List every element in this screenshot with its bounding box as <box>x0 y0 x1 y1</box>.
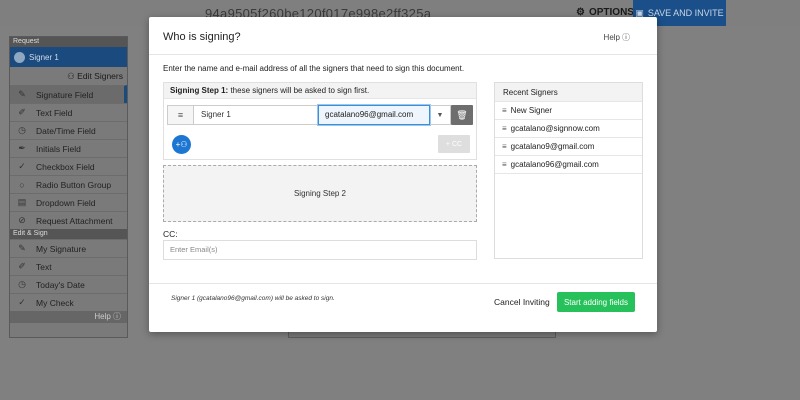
start-adding-fields-button[interactable]: Start adding fields <box>557 292 635 312</box>
signer-selector[interactable]: Signer 1 <box>10 47 127 67</box>
pen-nib-icon: ✎ <box>18 243 26 253</box>
list-lines-icon: ≡ <box>502 124 507 133</box>
pen-nib-icon: ✎ <box>18 89 26 99</box>
edit-signers-button[interactable]: ⚇ Edit Signers <box>10 67 127 85</box>
add-cc-button[interactable]: + CC <box>438 135 470 153</box>
sidebar-item-label: Radio Button Group <box>36 179 112 190</box>
who-is-signing-dialog: Who is signing? Help ⓘ Enter the name an… <box>149 17 657 332</box>
sidebar-item-label: Dropdown Field <box>36 197 96 208</box>
step-1-title: Signing Step 1: <box>170 86 229 95</box>
sidebar-item[interactable]: ◷ Today's Date <box>10 275 127 293</box>
user-icon: ⚇ <box>67 71 75 81</box>
trash-icon: 🗑 <box>456 109 468 120</box>
signer-row: ≡ Signer 1 gcatalano96@gmail.com ▼ 🗑 <box>167 105 473 125</box>
dialog-help-link[interactable]: Help ⓘ <box>604 32 630 43</box>
sidebar-item-label: Signature Field <box>36 89 94 100</box>
edit-sign-section-header: Edit & Sign <box>10 229 127 239</box>
recent-signer-item[interactable]: ≡ gcatalano9@gmail.com <box>495 138 642 156</box>
recent-signer-label: gcatalano@signnow.com <box>510 124 600 133</box>
caret-down-icon: ▼ <box>436 111 444 119</box>
recent-signers-panel: Recent Signers ≡ New Signer ≡ gcatalano@sig… <box>494 82 643 259</box>
radio-icon: ○ <box>19 179 25 190</box>
request-section-header: Request <box>10 37 127 47</box>
sidebar-item-label: Date/Time Field <box>36 125 96 136</box>
sidebar-item[interactable]: ✎ Signature Field <box>10 85 127 103</box>
signer-name-field[interactable]: Signer 1 <box>194 105 318 125</box>
dialog-title: Who is signing? <box>163 31 241 43</box>
instructions-text: Enter the name and e-mail address of all… <box>163 64 465 73</box>
sidebar-item-label: Today's Date <box>36 279 85 290</box>
sidebar-item[interactable]: ✒ Initials Field <box>10 139 127 157</box>
clock-icon: ◷ <box>18 125 26 135</box>
pen-icon: ✒ <box>18 143 26 153</box>
sidebar-help-label: Help <box>94 312 111 321</box>
list-lines-icon: ≡ <box>502 106 507 115</box>
pencil-icon: ✐ <box>18 261 26 271</box>
sidebar-item-label: Checkbox Field <box>36 161 95 172</box>
sidebar-item-label: Request Attachment <box>36 215 113 226</box>
signer-email-input[interactable]: gcatalano96@gmail.com <box>318 105 430 125</box>
save-and-invite-label: SAVE AND INVITE <box>647 8 724 18</box>
sidebar-item[interactable]: ◷ Date/Time Field <box>10 121 127 139</box>
sidebar-item-label: Text Field <box>36 107 73 118</box>
sidebar-item-label: Text <box>36 261 52 272</box>
step-1-header: Signing Step 1: these signers will be as… <box>164 83 476 99</box>
recent-signers-title: Recent Signers <box>495 83 642 102</box>
sidebar-item-label: My Signature <box>36 243 87 254</box>
sidebar-item[interactable]: ✐ Text <box>10 257 127 275</box>
recent-signer-item[interactable]: ≡ gcatalano96@gmail.com <box>495 156 642 174</box>
sidebar-help-link[interactable]: Help ⓘ <box>10 311 127 323</box>
avatar-icon <box>14 51 25 63</box>
add-signer-button[interactable]: +⚇ <box>172 135 191 154</box>
cancel-inviting-button[interactable]: Cancel Inviting <box>494 297 550 307</box>
recent-signer-label: New Signer <box>510 106 553 115</box>
email-dropdown-button[interactable]: ▼ <box>430 105 451 125</box>
recent-signer-item[interactable]: ≡ gcatalano@signnow.com <box>495 120 642 138</box>
recent-signer-item[interactable]: ≡ New Signer <box>495 102 642 120</box>
dropdown-icon: ▤ <box>17 197 27 207</box>
signing-order-note: Signer 1 (gcatalano96@gmail.com) will be… <box>171 295 335 302</box>
delete-signer-button[interactable]: 🗑 <box>451 105 473 125</box>
dialog-help-label: Help <box>603 33 620 42</box>
drag-handle-icon[interactable]: ≡ <box>167 105 194 125</box>
sidebar-item[interactable]: ✓ My Check <box>10 293 127 311</box>
sidebar-item[interactable]: ⊘ Request Attachment <box>10 211 127 229</box>
sidebar-item-label: Initials Field <box>36 143 81 154</box>
recent-signer-label: gcatalano96@gmail.com <box>510 160 599 169</box>
check-icon: ✓ <box>18 161 26 171</box>
signer-label: Signer 1 <box>29 52 59 62</box>
paperclip-icon: ⊘ <box>18 215 26 225</box>
cc-email-input[interactable]: Enter Email(s) <box>163 240 477 260</box>
step-1-description: these signers will be asked to sign firs… <box>228 86 370 95</box>
check-icon: ✓ <box>18 297 26 307</box>
sidebar-item[interactable]: ✓ Checkbox Field <box>10 157 127 175</box>
sidebar-item[interactable]: ▤ Dropdown Field <box>10 193 127 211</box>
add-user-icon: +⚇ <box>175 140 188 149</box>
list-lines-icon: ≡ <box>502 142 507 151</box>
sidebar-item[interactable]: ✎ My Signature <box>10 239 127 257</box>
cc-label: CC: <box>163 229 178 239</box>
dialog-footer: Signer 1 (gcatalano96@gmail.com) will be… <box>149 283 657 332</box>
dialog-header: Who is signing? Help ⓘ <box>149 17 657 55</box>
pencil-icon: ✐ <box>18 107 26 117</box>
recent-signer-label: gcatalano9@gmail.com <box>510 142 595 151</box>
clock-icon: ◷ <box>18 279 26 289</box>
sidebar-item[interactable]: ✐ Text Field <box>10 103 127 121</box>
help-circle-icon: ⓘ <box>622 33 630 42</box>
signing-step-1: Signing Step 1: these signers will be as… <box>163 82 477 160</box>
help-circle-icon: ⓘ <box>113 312 121 321</box>
sidebar-item-label: My Check <box>36 297 74 308</box>
tools-sidebar: Request Signer 1 ⚇ Edit Signers ✎ Signatu… <box>9 36 128 338</box>
edit-signers-label: Edit Signers <box>77 71 123 81</box>
list-lines-icon: ≡ <box>502 160 507 169</box>
signing-step-2-dropzone[interactable]: Signing Step 2 <box>163 165 477 222</box>
sidebar-item[interactable]: ○ Radio Button Group <box>10 175 127 193</box>
